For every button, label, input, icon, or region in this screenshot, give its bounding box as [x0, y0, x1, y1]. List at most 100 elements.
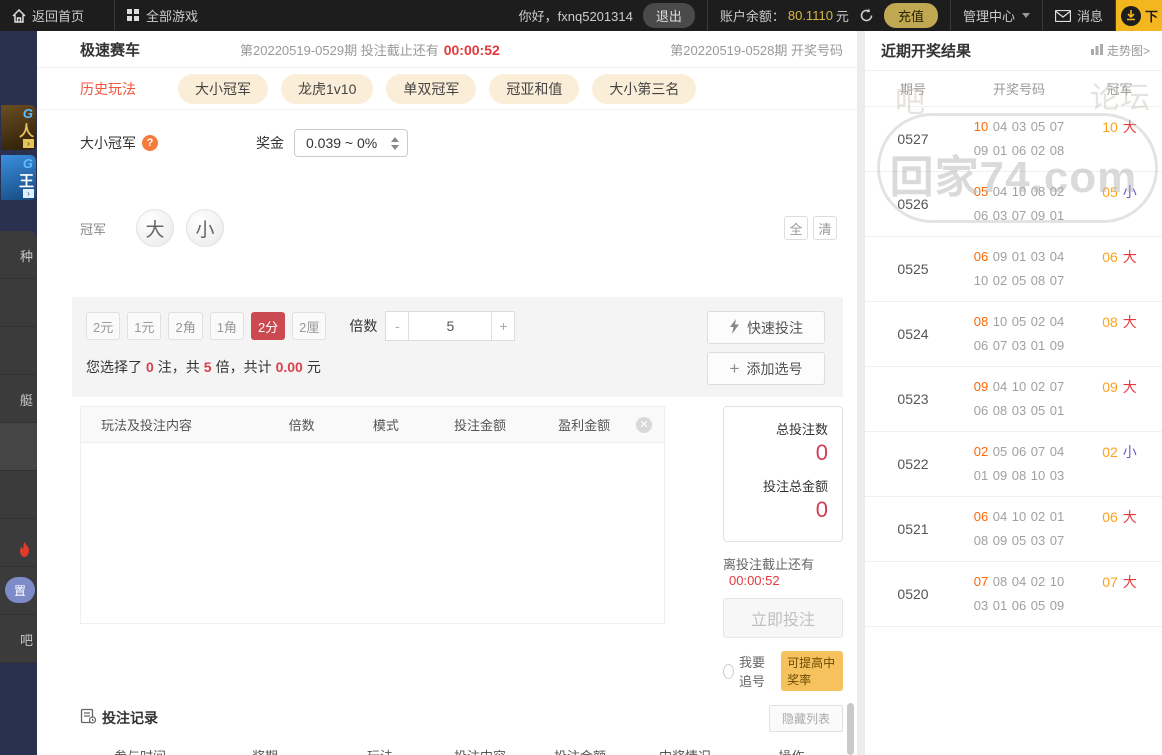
bet-slip-table: 玩法及投注内容 倍数 模式 投注金额 盈利金额 ✕ [80, 406, 665, 624]
draw-number: 08 [973, 533, 989, 548]
game-tile-2[interactable]: G 王 › [1, 155, 36, 200]
slip-header-cell: 投注金额 [454, 418, 507, 433]
tab-history-plays[interactable]: 历史玩法 [80, 79, 136, 99]
balance-value: 80.1110 [787, 8, 833, 23]
records-scrollbar[interactable] [847, 703, 854, 755]
spinner-arrows-icon[interactable] [391, 137, 400, 150]
result-numbers: 06 09 01 03 04 10 02 05 08 07 [961, 245, 1077, 293]
refresh-icon[interactable] [859, 8, 874, 23]
user-greeting-group: 你好，fxnq5201314 退出 [507, 0, 707, 31]
clear-button[interactable]: 清 [813, 216, 837, 240]
draw-number: 08 [1030, 273, 1046, 288]
list-item: 0522 02 05 06 07 04 01 09 08 10 03 02 小 [865, 432, 1162, 497]
results-header-row: 期号 开奖号码 冠军 [865, 71, 1162, 107]
rail-menu-item[interactable]: 艇 [0, 375, 37, 423]
rail-pill-item[interactable]: 置 [5, 577, 35, 603]
draw-number: 08 [973, 314, 989, 329]
game-tile-1[interactable]: G 人 › [1, 105, 36, 150]
list-item: 0526 05 04 10 08 02 06 03 07 09 01 05 小 [865, 172, 1162, 237]
messages-link[interactable]: 消息 [1041, 0, 1115, 31]
tile-arrow-icon: › [23, 139, 34, 148]
rail-menu-item[interactable] [0, 327, 37, 375]
rail-menu-item[interactable] [0, 279, 37, 327]
champion-size: 大 [1122, 379, 1137, 395]
grid-icon [127, 9, 140, 22]
quick-bet-button[interactable]: 快速投注 [707, 311, 825, 344]
rail-menu-item[interactable] [0, 423, 37, 471]
main-panel: 极速赛车 第20220519-0529期 投注截止还有 00:00:52 第202… [37, 31, 857, 755]
draw-number: 10 [1030, 468, 1046, 483]
champion-number: 08 [1102, 314, 1118, 330]
numbers-line-1: 10 04 03 05 07 [961, 115, 1077, 139]
trend-label: 走势图> [1106, 44, 1150, 58]
help-icon[interactable]: ? [142, 135, 158, 151]
list-item: 0521 06 04 10 02 01 08 09 05 03 07 06 大 [865, 497, 1162, 562]
total-amount-label: 投注总金额 [762, 479, 828, 494]
tab-冠亚和值[interactable]: 冠亚和值 [489, 73, 580, 104]
multiplier-minus-button[interactable]: - [385, 311, 410, 341]
home-link[interactable]: 返回首页 [0, 0, 96, 31]
rail-menu-item[interactable]: 置 [0, 567, 37, 615]
champion-line: 06 大 [1077, 245, 1162, 269]
last-period-label: 第20220519-0528期 开奖号码 [670, 42, 843, 58]
draw-number: 09 [1049, 598, 1065, 613]
mail-icon [1054, 9, 1071, 22]
game-header: 极速赛车 第20220519-0529期 投注截止还有 00:00:52 第202… [37, 31, 857, 68]
add-numbers-button[interactable]: + 添加选号 [707, 352, 825, 385]
admin-menu[interactable]: 管理中心 [949, 0, 1042, 31]
slip-header-cell: 模式 [372, 418, 399, 433]
multiplier-input[interactable]: 5 [408, 311, 493, 341]
record-header-cell: 玩法 [330, 746, 430, 755]
recharge-button[interactable]: 充值 [883, 3, 938, 28]
chase-radio[interactable] [723, 663, 735, 679]
hide-list-button[interactable]: 隐藏列表 [768, 704, 843, 732]
admin-label: 管理中心 [962, 9, 1015, 24]
draw-number: 01 [1030, 338, 1046, 353]
draw-number: 08 [1030, 184, 1046, 199]
tab-龙虎1v10[interactable]: 龙虎1v10 [281, 73, 374, 104]
result-period: 0527 [897, 131, 929, 147]
champion-size: 大 [1122, 119, 1137, 135]
result-period: 0520 [897, 586, 929, 602]
prize-value: 0.039 ~ 0% [306, 135, 378, 151]
amount-chip-2元[interactable]: 2元 [86, 312, 121, 340]
rail-menu-item[interactable] [0, 519, 37, 567]
list-item: 0524 08 10 05 02 04 06 07 03 01 09 08 大 [865, 302, 1162, 367]
rail-menu-item[interactable]: 吧 [0, 615, 37, 663]
multiplier-plus-button[interactable]: + [491, 311, 516, 341]
clear-slip-icon[interactable]: ✕ [636, 416, 653, 433]
rail-item-label: 艇 [19, 393, 33, 408]
countdown-timer: 00:00:52 [443, 41, 500, 58]
tab-单双冠军[interactable]: 单双冠军 [386, 73, 477, 104]
draw-number: 05 [992, 444, 1008, 459]
draw-number: 04 [1011, 574, 1027, 589]
results-title: 近期开奖结果 [881, 43, 972, 60]
submit-bet-button[interactable]: 立即投注 [723, 598, 843, 638]
deadline-timer: 00:00:52 [729, 573, 780, 588]
option-大[interactable]: 大 [136, 209, 175, 247]
draw-number: 09 [1049, 338, 1065, 353]
result-champion: 02 小 [1077, 440, 1162, 488]
amount-chip-2厘[interactable]: 2厘 [292, 312, 327, 340]
rail-menu-item[interactable]: 种 [0, 231, 37, 279]
prize-label: 奖金 [256, 135, 284, 151]
amount-chip-1角[interactable]: 1角 [209, 312, 244, 340]
amount-chip-1元[interactable]: 1元 [127, 312, 162, 340]
all-games-link[interactable]: 全部游戏 [114, 0, 210, 31]
amount-chip-2分[interactable]: 2分 [250, 312, 286, 340]
select-all-button[interactable]: 全 [784, 216, 808, 240]
draw-number: 04 [992, 119, 1008, 134]
prize-select[interactable]: 0.039 ~ 0% [294, 129, 409, 157]
download-app-button[interactable]: 下 [1114, 0, 1162, 31]
draw-number: 06 [973, 403, 989, 418]
tab-大小冠军[interactable]: 大小冠军 [178, 73, 268, 104]
totals-box: 总投注数 0 投注总金额 0 [723, 406, 843, 542]
tab-大小第三名[interactable]: 大小第三名 [592, 73, 697, 104]
trend-chart-link[interactable]: 走势图> [1090, 42, 1150, 59]
amount-chip-2角[interactable]: 2角 [168, 312, 203, 340]
rail-menu-item[interactable] [0, 471, 37, 519]
option-小[interactable]: 小 [186, 209, 225, 247]
numbers-line-2: 03 01 06 05 09 [961, 594, 1077, 618]
logout-button[interactable]: 退出 [642, 3, 695, 28]
draw-number: 05 [1030, 598, 1046, 613]
